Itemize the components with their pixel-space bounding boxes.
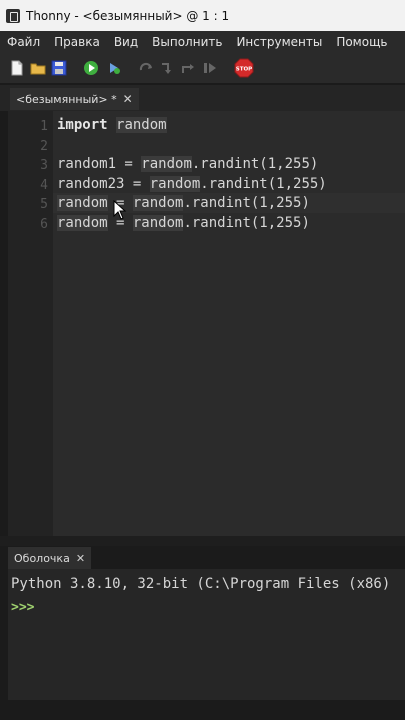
module-name: random (116, 117, 167, 133)
line-number: 2 (40, 139, 48, 154)
stop-icon[interactable]: STOP (234, 58, 254, 78)
line-number: 5 (40, 197, 48, 212)
menu-run[interactable]: Выполнить (145, 35, 229, 49)
code-token: random (57, 215, 108, 231)
code-token: random (132, 215, 184, 231)
code-line-1: import random (57, 117, 167, 133)
debug-icon[interactable] (106, 60, 122, 76)
menu-bar: Файл Правка Вид Выполнить Инструменты По… (0, 31, 405, 53)
line-number: 3 (40, 158, 48, 173)
code-token: random (141, 156, 192, 172)
keyword-import: import (57, 117, 108, 133)
step-over-icon[interactable] (138, 60, 154, 76)
code-token: random23 = (57, 176, 150, 192)
code-token: .randint(1,255) (191, 156, 319, 172)
open-folder-icon[interactable] (30, 60, 46, 76)
close-icon[interactable]: ✕ (76, 552, 85, 565)
shell-output: Python 3.8.10, 32-bit (C:\Program Files … (11, 576, 391, 592)
editor-tab-untitled[interactable]: <безымянный> * ✕ (10, 88, 139, 110)
bottom-area (0, 700, 405, 720)
code-token: random (149, 176, 201, 192)
code-token: random1 = (57, 156, 142, 172)
code-token: .randint(1,255) (183, 215, 310, 231)
code-line-6: random = random.randint(1,255) (57, 215, 310, 231)
title-bar: Thonny - <безымянный> @ 1 : 1 (0, 0, 405, 31)
code-line-4: random23 = random.randint(1,255) (57, 176, 327, 192)
code-token: .randint(1,255) (183, 195, 310, 211)
menu-view[interactable]: Вид (107, 35, 145, 49)
step-out-icon[interactable] (180, 60, 196, 76)
step-into-icon[interactable] (159, 60, 175, 76)
line-number: 1 (40, 119, 48, 134)
line-number: 6 (40, 217, 48, 232)
line-number: 4 (40, 178, 48, 193)
code-token: random (132, 195, 184, 211)
pane-splitter[interactable] (0, 536, 405, 546)
editor-tab-label: <безымянный> * (16, 92, 117, 106)
run-icon[interactable] (83, 60, 99, 76)
mouse-pointer-icon (113, 200, 127, 220)
code-editor[interactable]: 1 2 3 4 5 6 import random random1 = rand… (8, 111, 405, 536)
menu-help[interactable]: Помощь (329, 35, 394, 49)
shell-prompt: >>> (11, 600, 35, 615)
stop-icon-label: STOP (236, 67, 252, 73)
shell-tab[interactable]: Оболочка ✕ (8, 547, 92, 569)
window-title: Thonny - <безымянный> @ 1 : 1 (26, 8, 230, 23)
resume-icon[interactable] (202, 60, 218, 76)
shell-panel[interactable]: Python 3.8.10, 32-bit (C:\Program Files … (8, 569, 405, 700)
close-icon[interactable]: ✕ (123, 92, 133, 106)
shell-tab-label: Оболочка (14, 551, 70, 565)
save-icon[interactable] (51, 60, 67, 76)
code-token: random (57, 195, 108, 211)
toolbar: STOP (0, 53, 405, 83)
line-number-gutter: 1 2 3 4 5 6 (8, 111, 53, 536)
new-file-icon[interactable] (9, 60, 25, 76)
menu-file[interactable]: Файл (0, 35, 47, 49)
code-line-3: random1 = random.randint(1,255) (57, 156, 318, 172)
menu-edit[interactable]: Правка (47, 35, 107, 49)
menu-tools[interactable]: Инструменты (229, 35, 329, 49)
code-token: .randint(1,255) (200, 176, 327, 192)
editor-tab-strip: <безымянный> * ✕ (0, 85, 405, 111)
thonny-app-icon (6, 8, 20, 23)
code-line-5: random = random.randint(1,255) (57, 195, 310, 211)
